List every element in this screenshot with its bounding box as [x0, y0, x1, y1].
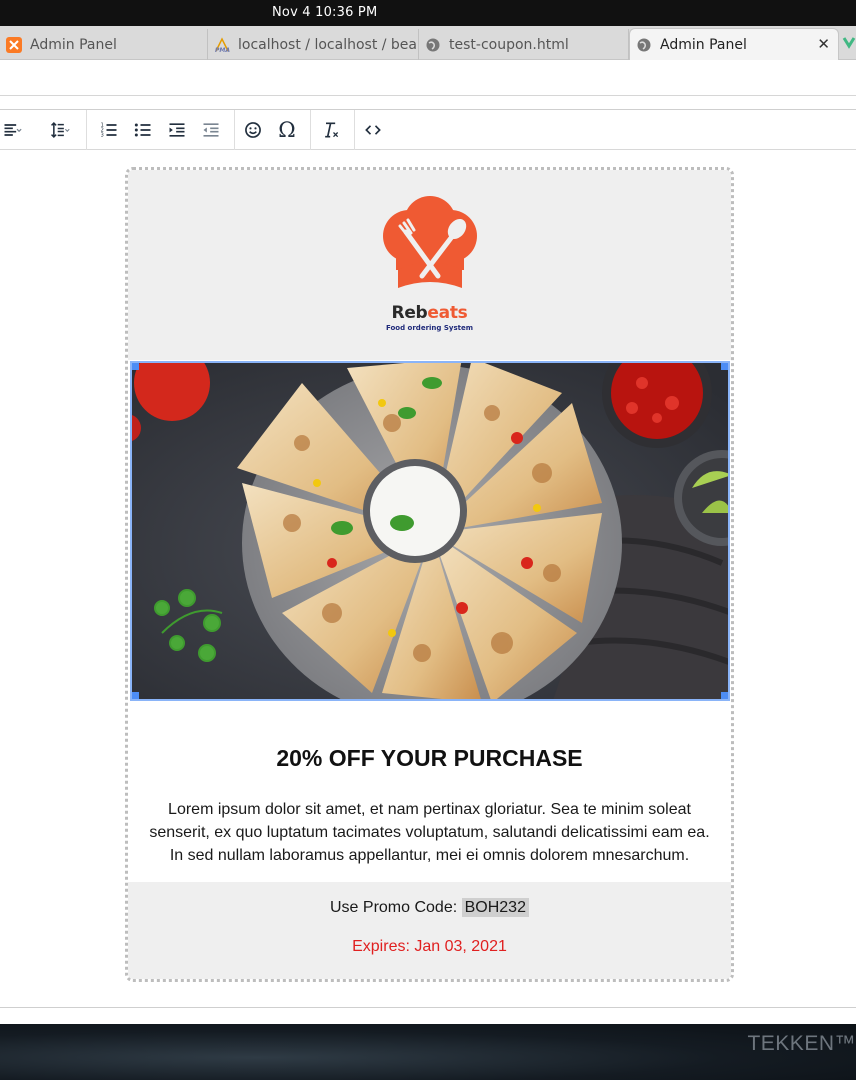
tab-test-coupon[interactable]: test-coupon.html	[419, 29, 629, 60]
align-icon	[4, 124, 22, 136]
close-icon[interactable]: ✕	[817, 35, 830, 53]
promo-line[interactable]: Use Promo Code: BOH232	[128, 898, 731, 917]
numbered-list-button[interactable]: 123	[92, 113, 126, 147]
toolbar-group-clear	[308, 110, 355, 150]
indent-button[interactable]	[160, 113, 194, 147]
tab-label: test-coupon.html	[449, 36, 569, 53]
line-height-button[interactable]	[36, 113, 84, 147]
brand-name: Rebeats	[391, 303, 468, 323]
clear-format-icon	[325, 122, 339, 138]
offer-body[interactable]: Lorem ipsum dolor sit amet, et nam perti…	[146, 798, 713, 867]
source-code-button[interactable]	[356, 113, 390, 147]
promo-code[interactable]: BOH232	[461, 898, 529, 917]
special-char-button[interactable]: Ω	[270, 113, 304, 147]
resize-handle[interactable]	[721, 692, 728, 699]
source-code-icon	[365, 125, 381, 135]
outdent-icon	[203, 123, 219, 137]
watermark-text: TEKKEN™	[747, 1032, 856, 1055]
tab-admin-panel-active[interactable]: Admin Panel ✕	[629, 28, 839, 60]
toolbar-group-insert: Ω	[230, 110, 311, 150]
globe-icon	[425, 37, 441, 53]
align-dropdown-button[interactable]	[0, 113, 36, 147]
expiry-date[interactable]: Expires: Jan 03, 2021	[128, 938, 731, 956]
toolbar-group-lists: 123	[86, 110, 235, 150]
indent-icon	[169, 123, 185, 137]
browser-tab-strip: Admin Panel PMA localhost / localhost / …	[0, 26, 856, 60]
xampp-icon	[6, 36, 22, 53]
bullet-list-icon	[134, 123, 151, 137]
toolbar-group-code	[350, 110, 396, 150]
resize-handle[interactable]	[132, 363, 139, 370]
coupon-email[interactable]: Rebeats Food ordering System 20% OFF YOU…	[125, 167, 734, 982]
outdent-button[interactable]	[194, 113, 228, 147]
offer-title[interactable]: 20% OFF YOUR PURCHASE	[128, 745, 731, 772]
tab-label: Admin Panel	[660, 36, 747, 53]
svg-text:PMA: PMA	[215, 47, 230, 53]
numbered-list-icon: 123	[101, 123, 117, 139]
resize-handle[interactable]	[132, 692, 139, 699]
line-height-icon	[50, 121, 70, 139]
phpmyadmin-icon: PMA	[214, 36, 230, 53]
tab-admin-panel[interactable]: Admin Panel	[0, 29, 208, 60]
tab-label: localhost / localhost / bea	[238, 36, 417, 53]
promo-section: Use Promo Code: BOH232 Expires: Jan 03, …	[128, 882, 731, 979]
brand-tagline: Food ordering System	[385, 324, 474, 332]
emoticon-button[interactable]	[236, 113, 270, 147]
toolbar-group-align	[0, 110, 87, 150]
system-clock[interactable]: Nov 4 10:36 PM	[272, 5, 377, 20]
emoticon-icon	[245, 122, 261, 138]
svg-text:3: 3	[101, 133, 104, 139]
page-top-area	[0, 60, 856, 110]
divider	[0, 95, 856, 96]
special-char-icon: Ω	[278, 118, 296, 142]
editor-canvas[interactable]: Rebeats Food ordering System 20% OFF YOU…	[0, 150, 856, 1008]
bullet-list-button[interactable]	[126, 113, 160, 147]
editor-toolbar: 123 Ω	[0, 110, 856, 150]
system-top-bar: Nov 4 10:36 PM	[0, 0, 856, 26]
next-tab-icon[interactable]	[842, 34, 856, 52]
email-header: Rebeats Food ordering System	[128, 170, 731, 360]
spacer	[0, 1009, 856, 1024]
tab-label: Admin Panel	[30, 36, 117, 53]
clear-formatting-button[interactable]	[314, 113, 348, 147]
tab-phpmyadmin[interactable]: PMA localhost / localhost / bea	[208, 29, 419, 60]
resize-handle[interactable]	[721, 363, 728, 370]
desktop-background: TEKKEN™	[0, 1024, 856, 1080]
promo-label: Use Promo Code:	[330, 899, 462, 916]
food-image[interactable]	[130, 361, 730, 701]
globe-icon	[636, 37, 652, 53]
